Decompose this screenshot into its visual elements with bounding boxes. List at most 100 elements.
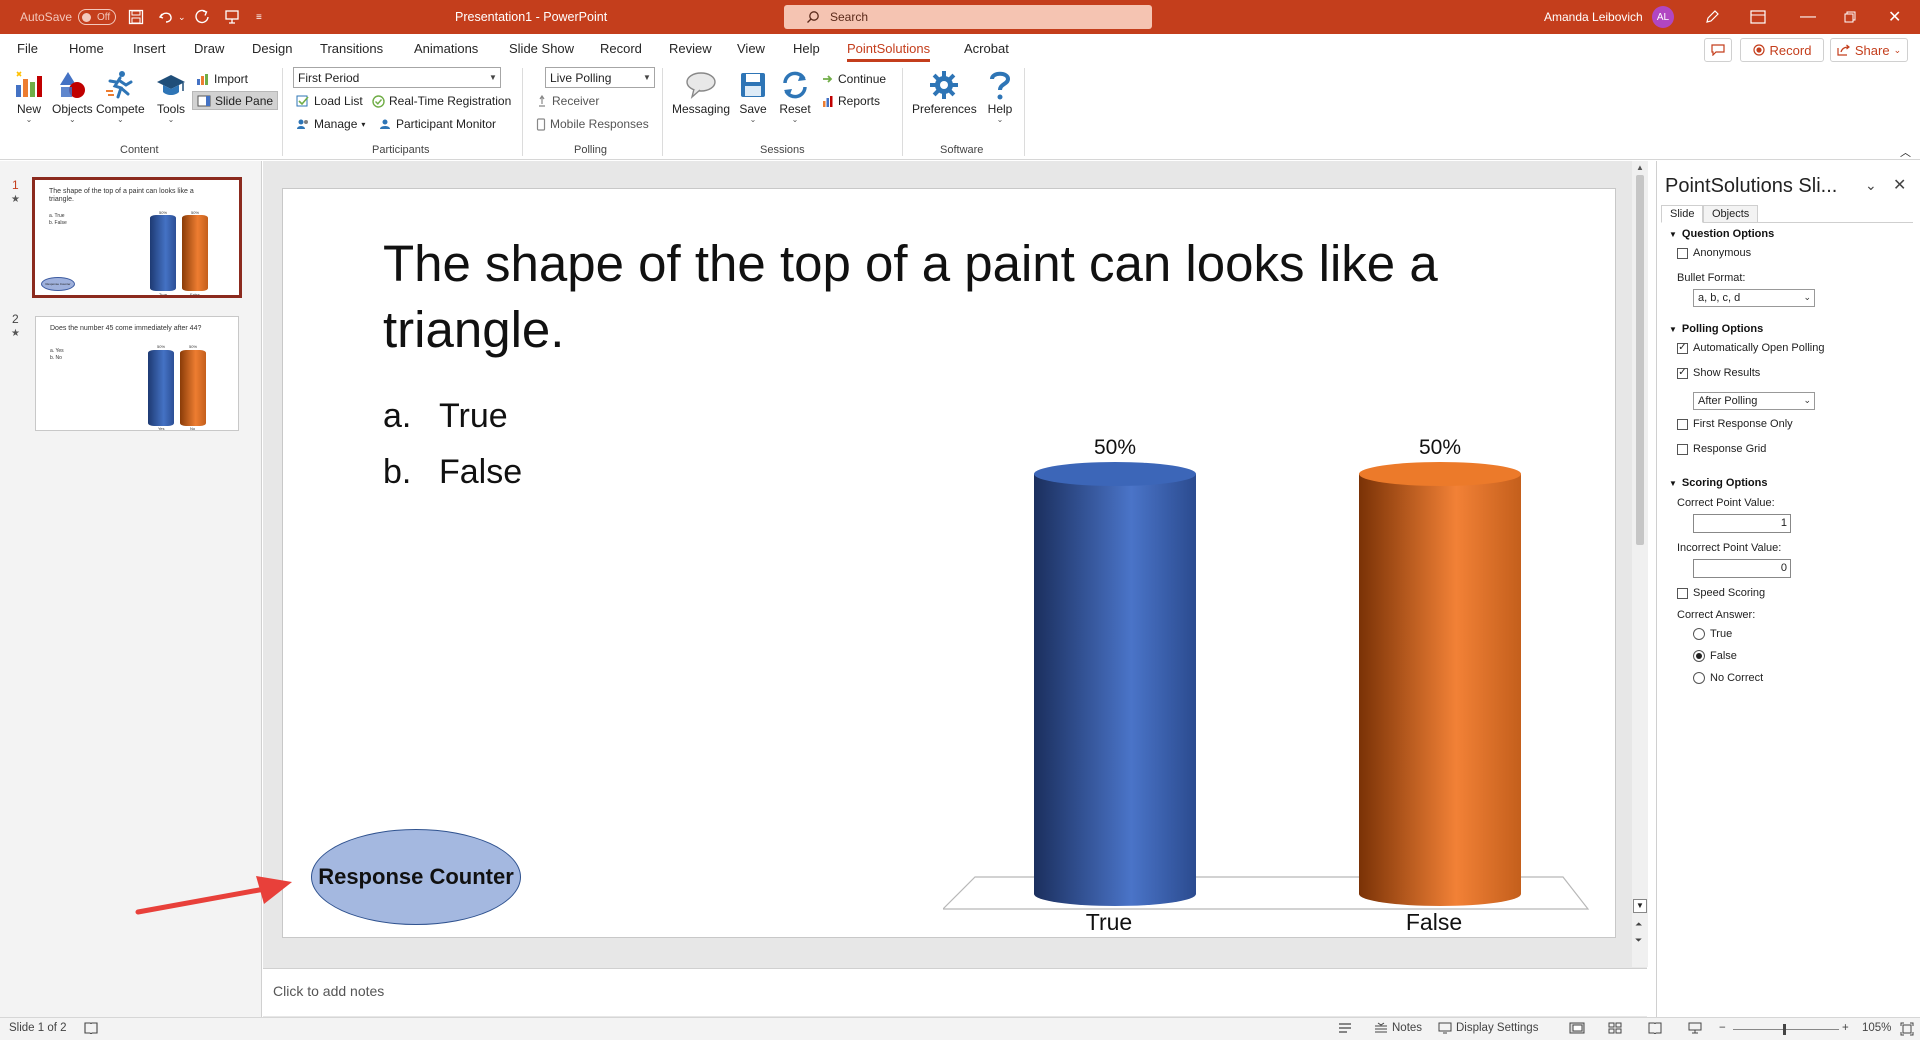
reports-button[interactable]: Reports	[822, 92, 880, 110]
show-results-select[interactable]: After Polling ⌄	[1693, 392, 1815, 410]
share-button[interactable]: Share ⌄	[1830, 38, 1908, 62]
polling-options-header[interactable]: ▼ Polling Options	[1669, 323, 1763, 335]
tools-button[interactable]: Tools ⌄	[154, 68, 188, 124]
reset-button[interactable]: Reset ⌄	[778, 68, 812, 124]
autosave-toggle[interactable]: Off	[78, 9, 116, 25]
manage-button[interactable]: Manage ▾	[296, 115, 365, 133]
zoom-in-icon[interactable]: +	[1842, 1022, 1849, 1034]
results-chart[interactable]: 50% True 50% False	[943, 369, 1603, 949]
slide-pane-button[interactable]: Slide Pane	[192, 91, 279, 110]
participant-list-select[interactable]: First Period ▼	[293, 67, 501, 88]
tab-file[interactable]: File	[17, 41, 38, 56]
anonymous-checkbox[interactable]: Anonymous	[1677, 247, 1751, 259]
tab-help[interactable]: Help	[793, 41, 820, 56]
correct-answer-radio-no-correct[interactable]: No Correct	[1693, 672, 1763, 684]
vertical-scrollbar[interactable]: ▲ ▼ ⏶ ⏷	[1632, 161, 1648, 967]
scrollbar-thumb[interactable]	[1636, 175, 1644, 545]
normal-view-icon[interactable]	[1569, 1022, 1585, 1034]
tab-draw[interactable]: Draw	[194, 41, 224, 56]
slide-thumbnail-2[interactable]: Does the number 45 come immediately afte…	[35, 316, 239, 431]
tab-animations[interactable]: Animations	[414, 41, 478, 56]
tab-review[interactable]: Review	[669, 41, 712, 56]
collapse-ribbon-icon[interactable]: ︿	[1900, 144, 1911, 160]
auto-open-polling-checkbox[interactable]: ✓ Automatically Open Polling	[1677, 342, 1824, 354]
zoom-slider[interactable]	[1733, 1024, 1839, 1035]
bullet-format-select[interactable]: a, b, c, d ⌄	[1693, 289, 1815, 307]
notes-button[interactable]: Notes	[1374, 1022, 1422, 1034]
zoom-level[interactable]: 105%	[1862, 1022, 1891, 1034]
next-slide-icon[interactable]: ⏷	[1635, 935, 1642, 946]
response-grid-checkbox[interactable]: Response Grid	[1677, 443, 1766, 455]
correct-point-input[interactable]: 1	[1693, 514, 1791, 533]
redo-icon[interactable]	[194, 0, 210, 34]
tab-pointsolutions[interactable]: PointSolutions	[847, 41, 931, 62]
zoom-out-icon[interactable]: −	[1719, 1022, 1726, 1034]
show-results-checkbox[interactable]: ✓ Show Results	[1677, 367, 1760, 379]
present-icon[interactable]	[224, 0, 240, 34]
customize-qat-icon[interactable]: ≡	[256, 0, 262, 34]
notes-pane[interactable]: Click to add notes	[263, 968, 1647, 1016]
accessibility-checker-icon[interactable]	[1338, 1022, 1352, 1034]
close-icon[interactable]: ✕	[1893, 175, 1906, 195]
undo-dropdown-icon[interactable]: ⌄	[178, 0, 186, 34]
messaging-button[interactable]: Messaging	[672, 68, 730, 116]
import-button[interactable]: Import	[196, 70, 248, 88]
zoom-slider-thumb[interactable]	[1783, 1024, 1786, 1035]
answer-option-b[interactable]: b. False	[383, 453, 522, 492]
slide-title[interactable]: The shape of the top of a paint can look…	[383, 231, 1533, 363]
speed-scoring-checkbox[interactable]: Speed Scoring	[1677, 587, 1765, 599]
fit-to-window-icon[interactable]	[1900, 1022, 1914, 1036]
slide-show-icon[interactable]	[1688, 1022, 1702, 1034]
ribbon-display-icon[interactable]	[1750, 0, 1766, 34]
tab-objects[interactable]: Objects	[1703, 205, 1759, 223]
comments-button[interactable]	[1704, 38, 1732, 62]
mobile-responses-button[interactable]: Mobile Responses	[536, 115, 649, 133]
save-session-button[interactable]: Save ⌄	[736, 68, 770, 124]
minimize-icon[interactable]: —	[1800, 0, 1816, 34]
tab-transitions[interactable]: Transitions	[320, 41, 383, 56]
real-time-registration-button[interactable]: Real-Time Registration	[372, 92, 511, 110]
correct-answer-radio-false[interactable]: False	[1693, 650, 1737, 662]
tab-acrobat[interactable]: Acrobat	[964, 41, 1009, 56]
previous-slide-icon[interactable]: ⏶	[1635, 919, 1642, 930]
slide-canvas[interactable]: The shape of the top of a paint can look…	[282, 188, 1616, 938]
polling-mode-select[interactable]: Live Polling ▼	[545, 67, 655, 88]
user-name[interactable]: Amanda Leibovich	[1544, 0, 1643, 34]
save-icon[interactable]	[128, 0, 144, 34]
reading-view-icon[interactable]	[1648, 1022, 1662, 1034]
new-button[interactable]: New ⌄	[12, 68, 46, 124]
pen-icon[interactable]	[1704, 0, 1720, 34]
objects-button[interactable]: Objects ⌄	[52, 68, 93, 124]
preferences-button[interactable]: Preferences	[912, 68, 977, 116]
avatar[interactable]: AL	[1652, 6, 1674, 28]
tab-slide-show[interactable]: Slide Show	[509, 41, 574, 56]
tab-slide[interactable]: Slide	[1661, 205, 1704, 223]
continue-button[interactable]: Continue	[822, 70, 886, 88]
incorrect-point-input[interactable]: 0	[1693, 559, 1791, 578]
slide-sorter-icon[interactable]	[1608, 1022, 1622, 1034]
answer-option-a[interactable]: a. True	[383, 397, 508, 436]
display-settings-button[interactable]: Display Settings	[1438, 1022, 1538, 1034]
maximize-icon[interactable]	[1844, 0, 1856, 34]
correct-answer-radio-true[interactable]: True	[1693, 628, 1732, 640]
scroll-up-icon[interactable]: ▲	[1636, 163, 1644, 172]
help-button[interactable]: Help ⌄	[983, 68, 1017, 124]
undo-icon[interactable]	[158, 0, 174, 34]
tab-insert[interactable]: Insert	[133, 41, 166, 56]
receiver-button[interactable]: Receiver	[536, 92, 599, 110]
record-button[interactable]: Record	[1740, 38, 1824, 62]
slide-thumbnail-1[interactable]: The shape of the top of a paint can look…	[32, 177, 242, 298]
tab-design[interactable]: Design	[252, 41, 292, 56]
scoring-options-header[interactable]: ▼ Scoring Options	[1669, 477, 1767, 489]
question-options-header[interactable]: ▼ Question Options	[1669, 228, 1774, 240]
tab-home[interactable]: Home	[69, 41, 104, 56]
scroll-down-icon[interactable]: ▼	[1633, 899, 1647, 913]
tab-record[interactable]: Record	[600, 41, 642, 56]
tab-view[interactable]: View	[737, 41, 765, 56]
load-list-button[interactable]: Load List	[296, 92, 363, 110]
search-box[interactable]: Search	[784, 5, 1152, 29]
chevron-down-icon[interactable]: ⌄	[1865, 177, 1877, 194]
compete-button[interactable]: Compete ⌄	[96, 68, 145, 124]
participant-monitor-button[interactable]: Participant Monitor	[378, 115, 496, 133]
first-response-only-checkbox[interactable]: First Response Only	[1677, 418, 1793, 430]
